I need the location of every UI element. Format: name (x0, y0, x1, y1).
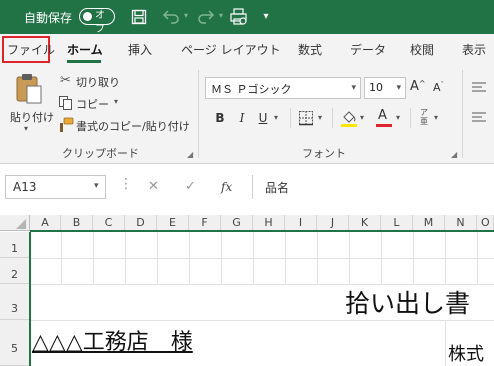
row-header-2[interactable]: 2 (0, 258, 30, 284)
autosave-state: オフ (95, 10, 105, 35)
column-header-L[interactable]: L (381, 215, 413, 231)
font-separator-2 (332, 108, 333, 128)
cut-label: 切り取り (76, 76, 120, 89)
name-box-value: A13 (13, 180, 37, 194)
bold-button[interactable]: B (212, 111, 228, 125)
paste-icon (16, 74, 42, 104)
font-group-label: フォント (302, 147, 346, 160)
font-separator (290, 108, 291, 128)
row-header-1[interactable]: 1 (0, 232, 30, 258)
selection-left-edge (29, 232, 31, 366)
clipboard-launcher-icon[interactable]: ◢ (187, 150, 193, 159)
column-header-J[interactable]: J (317, 215, 349, 231)
group-separator (198, 70, 199, 158)
clipboard-group-label: クリップボード (62, 147, 139, 160)
align-top-icon[interactable] (470, 80, 494, 96)
undo-icon[interactable] (160, 9, 182, 28)
tab-data[interactable]: データ (350, 41, 386, 58)
paste-dropdown-icon: ▾ (24, 124, 29, 133)
tab-page-layout[interactable]: ページ レイアウト (181, 41, 281, 58)
active-tab-indicator (67, 60, 101, 63)
underline-dropdown-icon[interactable]: ▾ (274, 113, 278, 122)
sheet-title-cell[interactable]: 拾い出し書 (345, 284, 470, 320)
italic-button[interactable]: I (234, 111, 250, 125)
copy-button[interactable]: コピー ▾ (58, 94, 128, 112)
column-header-G[interactable]: G (221, 215, 253, 231)
column-header-E[interactable]: E (157, 215, 189, 231)
underline-button[interactable]: U (255, 111, 271, 125)
font-name-value: ＭＳ Ｐゴシック (211, 83, 292, 96)
borders-icon[interactable] (298, 110, 314, 126)
row-header-3[interactable]: 3 (0, 284, 30, 320)
column-header-K[interactable]: K (349, 215, 381, 231)
paste-label: 貼り付け (10, 111, 54, 124)
autosave-toggle[interactable]: オフ (79, 8, 115, 35)
tab-view[interactable]: 表示 (462, 41, 486, 58)
font-size-combo[interactable]: 10 ▾ (364, 77, 406, 99)
company-cell[interactable]: 株式 (448, 340, 484, 366)
autosave-label: 自動保存 (24, 11, 73, 25)
copy-icon (59, 96, 72, 110)
borders-dropdown-icon[interactable]: ▾ (318, 113, 322, 122)
column-header-D[interactable]: D (125, 215, 157, 231)
toggle-knob-icon (83, 12, 92, 21)
align-left-icon[interactable] (470, 110, 494, 126)
formula-content: 品名 (265, 181, 290, 195)
decrease-font-icon[interactable]: Aˇ (433, 81, 449, 97)
column-header-M[interactable]: M (413, 215, 445, 231)
increase-font-icon[interactable]: A^ (410, 79, 428, 97)
font-size-dropdown-icon: ▾ (396, 83, 401, 93)
fill-color-dropdown-icon[interactable]: ▾ (360, 113, 364, 122)
redo-dropdown-icon[interactable]: ▾ (217, 8, 225, 24)
selection-header-underline (30, 230, 494, 232)
fill-color-icon[interactable] (340, 108, 358, 128)
format-painter-icon (60, 117, 74, 132)
confirm-entry-icon[interactable]: ✓ (185, 179, 196, 194)
name-box[interactable]: A13 ▾ (5, 175, 106, 199)
group-separator-2 (462, 70, 463, 158)
column-header-N[interactable]: N (445, 215, 477, 231)
client-name-cell[interactable]: △△△工務店 様 (32, 324, 193, 356)
cancel-entry-icon[interactable]: ✕ (148, 179, 159, 194)
font-color-dropdown-icon[interactable]: ▾ (396, 113, 400, 122)
formula-bar-grip-icon[interactable]: ⋮ (119, 176, 133, 192)
column-header-A[interactable]: A (30, 215, 61, 231)
phonetic-icon[interactable]: ア亜 (420, 108, 428, 126)
tab-file[interactable]: ファイル (7, 41, 55, 58)
font-size-value: 10 (369, 81, 383, 94)
font-name-combo[interactable]: ＭＳ Ｐゴシック ▾ (205, 77, 361, 99)
scissors-icon: ✂ (60, 73, 71, 88)
insert-function-icon[interactable]: fx (221, 180, 232, 194)
undo-dropdown-icon[interactable]: ▾ (182, 8, 190, 24)
column-header-H[interactable]: H (253, 215, 285, 231)
format-painter-button[interactable]: 書式のコピー/貼り付け (58, 116, 190, 134)
column-header-O[interactable]: O (477, 215, 494, 231)
formula-input[interactable]: 品名 (252, 175, 494, 199)
column-header-C[interactable]: C (93, 215, 125, 231)
column-header-B[interactable]: B (61, 215, 93, 231)
font-separator-3 (410, 108, 411, 128)
copy-dropdown-icon: ▾ (114, 97, 119, 106)
cut-button[interactable]: ✂ 切り取り (58, 72, 128, 90)
font-name-dropdown-icon: ▾ (351, 83, 356, 93)
paste-button[interactable]: 貼り付け ▾ (8, 73, 54, 135)
print-preview-icon[interactable] (228, 8, 250, 29)
name-box-dropdown-icon: ▾ (94, 181, 99, 191)
row-header-5[interactable]: 5 (0, 320, 30, 366)
phonetic-dropdown-icon[interactable]: ▾ (434, 113, 438, 122)
format-painter-label: 書式のコピー/貼り付け (76, 120, 190, 133)
customize-qat-icon[interactable]: ▾ (260, 9, 272, 25)
column-header-F[interactable]: F (189, 215, 221, 231)
font-color-icon[interactable]: A (375, 108, 393, 128)
tab-insert[interactable]: 挿入 (128, 41, 152, 58)
tab-home[interactable]: ホーム (67, 41, 103, 58)
copy-label: コピー (76, 98, 109, 111)
column-header-I[interactable]: I (285, 215, 317, 231)
tab-review[interactable]: 校閲 (410, 41, 434, 58)
save-icon[interactable] (129, 9, 149, 28)
tab-formulas[interactable]: 数式 (298, 41, 322, 58)
select-all-corner[interactable] (0, 215, 30, 231)
redo-icon[interactable] (195, 9, 217, 28)
font-launcher-icon[interactable]: ◢ (451, 150, 457, 159)
